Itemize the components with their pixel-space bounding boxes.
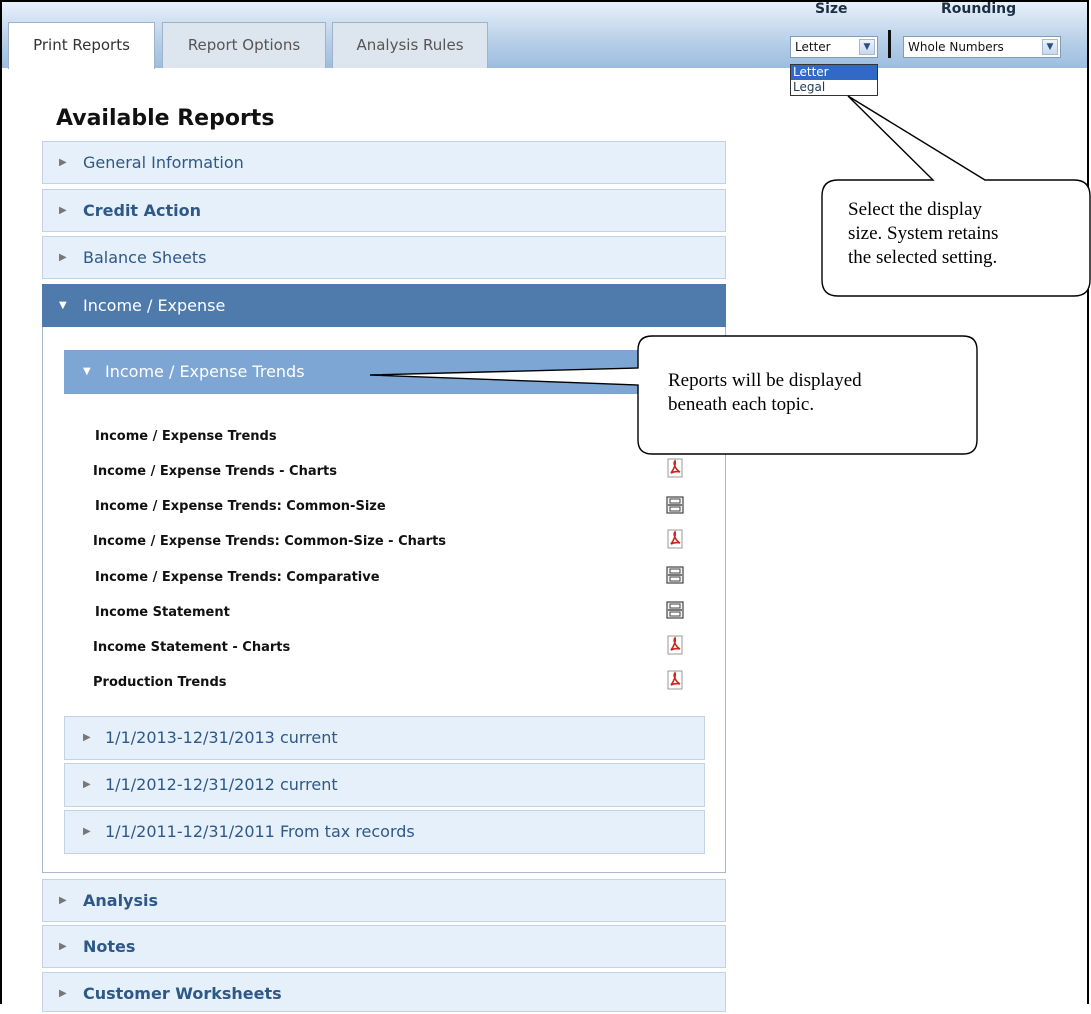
size-callout-text: Select the display size. System retains … (848, 199, 999, 268)
reports-callout-text: Reports will be displayed beneath each t… (668, 370, 862, 415)
callout-shapes (369, 95, 1091, 455)
